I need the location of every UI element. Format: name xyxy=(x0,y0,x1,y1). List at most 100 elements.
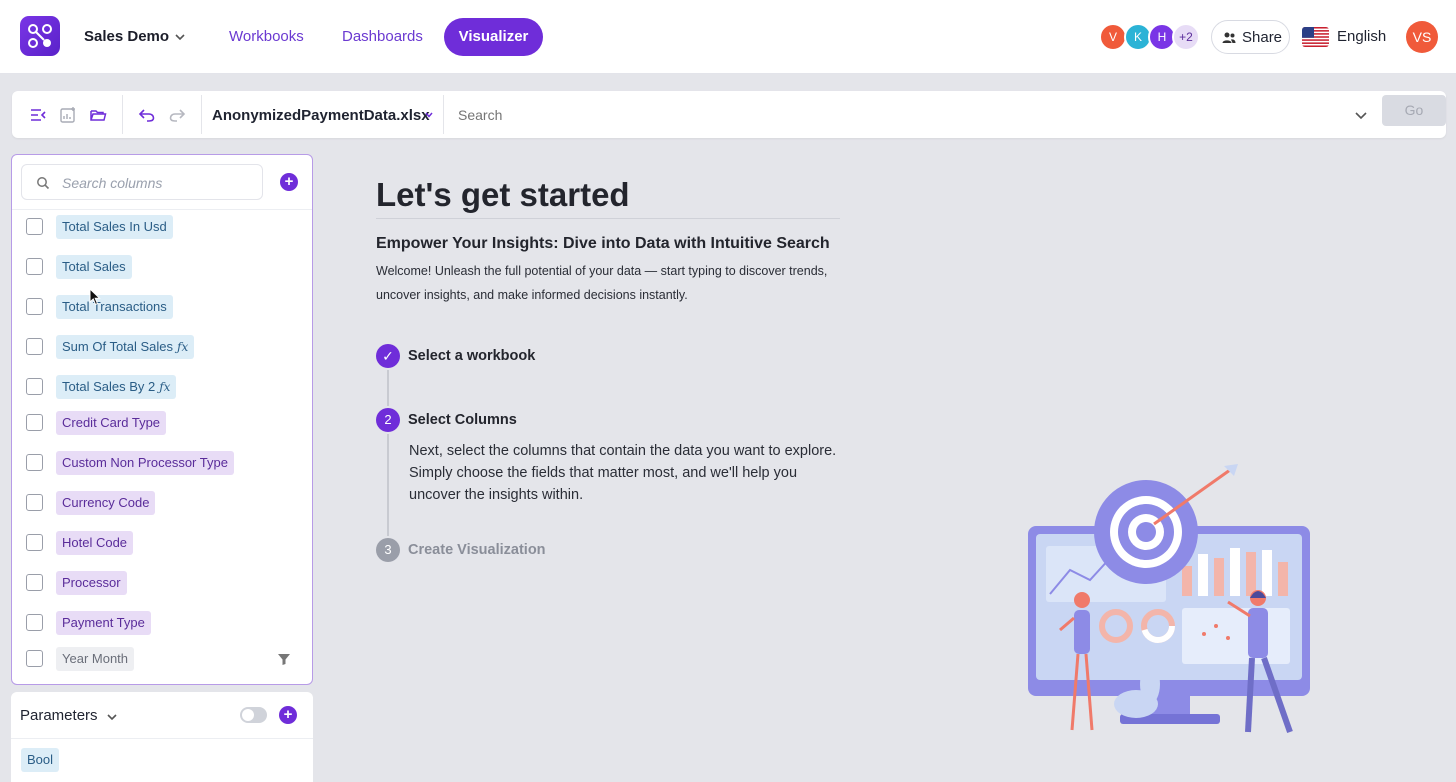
divider xyxy=(12,209,312,210)
column-chip[interactable]: Payment Type xyxy=(56,611,151,635)
column-chip[interactable]: Credit Card Type xyxy=(56,411,167,435)
page-title: Let's get started xyxy=(376,176,630,213)
column-chip[interactable]: Processor xyxy=(56,571,127,595)
column-checkbox[interactable] xyxy=(26,650,43,667)
mouse-cursor-icon xyxy=(89,288,101,306)
formula-icon: ƒx xyxy=(177,340,189,354)
column-checkbox[interactable] xyxy=(26,534,43,551)
column-checkbox[interactable] xyxy=(26,574,43,591)
search-icon xyxy=(37,177,50,190)
column-label: Processor xyxy=(62,575,121,590)
welcome-line: Welcome! Unleash the full potential of y… xyxy=(376,264,828,278)
column-checkbox[interactable] xyxy=(26,218,43,235)
column-row[interactable]: Processor xyxy=(12,568,312,598)
add-chart-icon[interactable] xyxy=(59,106,77,124)
welcome-line: uncover insights, and make informed deci… xyxy=(376,288,688,302)
step-number: 3 xyxy=(376,538,400,562)
column-search-field[interactable]: Search columns xyxy=(21,164,263,200)
column-row[interactable]: Total Sales xyxy=(12,252,312,282)
divider xyxy=(11,738,313,739)
chevron-down-icon[interactable] xyxy=(105,710,119,724)
step-label: Create Visualization xyxy=(408,542,546,558)
column-checkbox[interactable] xyxy=(26,298,43,315)
column-checkbox[interactable] xyxy=(26,494,43,511)
redo-icon[interactable] xyxy=(168,106,186,124)
column-row[interactable]: Total Sales By 2 ƒx xyxy=(12,372,312,402)
column-chip[interactable]: Custom Non Processor Type xyxy=(56,451,234,475)
step-label: Select a workbook xyxy=(408,348,536,364)
step-complete-check-icon: ✓ xyxy=(376,344,400,368)
column-chip[interactable]: Total Sales In Usd xyxy=(56,215,173,239)
column-label: Total Sales xyxy=(62,259,126,274)
add-column-button[interactable]: + xyxy=(280,173,298,191)
toolbar-divider xyxy=(122,95,123,134)
column-row[interactable]: Credit Card Type xyxy=(12,408,312,438)
column-row[interactable]: Payment Type xyxy=(12,608,312,638)
more-collaborators-badge[interactable]: +2 xyxy=(1172,23,1200,51)
workspace-name[interactable]: Sales Demo xyxy=(84,28,169,45)
column-label: Year Month xyxy=(62,651,129,666)
step-label: Select Columns xyxy=(408,412,517,428)
column-label: Total Transactions xyxy=(62,299,167,314)
column-chip[interactable]: Sum Of Total Sales ƒx xyxy=(56,335,195,359)
go-button[interactable]: Go xyxy=(1382,95,1446,126)
column-row[interactable]: Total Sales In Usd xyxy=(12,212,312,242)
share-button[interactable]: Share xyxy=(1211,20,1290,54)
nav-dashboards[interactable]: Dashboards xyxy=(342,28,423,45)
undo-icon[interactable] xyxy=(138,106,156,124)
column-checkbox[interactable] xyxy=(26,378,43,395)
column-chip[interactable]: Total Sales xyxy=(56,255,132,279)
column-checkbox[interactable] xyxy=(26,454,43,471)
language-selector[interactable]: English xyxy=(1337,28,1386,45)
column-checkbox[interactable] xyxy=(26,338,43,355)
column-label: Total Sales By 2 xyxy=(62,379,156,394)
nav-visualizer[interactable]: Visualizer xyxy=(444,18,543,56)
search-input[interactable] xyxy=(458,107,1338,123)
collaborator-avatar[interactable]: V xyxy=(1099,23,1127,51)
column-label: Custom Non Processor Type xyxy=(62,455,228,470)
parameters-title[interactable]: Parameters xyxy=(20,707,98,724)
chevron-down-icon[interactable] xyxy=(1354,108,1368,122)
formula-icon: ƒx xyxy=(159,380,171,394)
column-row[interactable]: Custom Non Processor Type xyxy=(12,448,312,478)
column-label: Credit Card Type xyxy=(62,415,161,430)
column-checkbox[interactable] xyxy=(26,414,43,431)
column-chip[interactable]: Year Month xyxy=(56,647,135,671)
column-checkbox[interactable] xyxy=(26,258,43,275)
column-row[interactable]: Year Month xyxy=(12,644,312,674)
column-chip[interactable]: Total Transactions xyxy=(56,295,173,319)
chevron-down-icon[interactable] xyxy=(173,30,187,44)
us-flag-icon[interactable] xyxy=(1302,27,1329,47)
caret-down-icon[interactable] xyxy=(425,112,433,118)
column-row[interactable]: Sum Of Total Sales ƒx xyxy=(12,332,312,362)
welcome-text: Welcome! Unleash the full potential of y… xyxy=(376,259,846,307)
top-navigation-bar: Sales Demo Workbooks Dashboards Visualiz… xyxy=(0,0,1456,74)
column-row[interactable]: Currency Code xyxy=(12,488,312,518)
column-search-placeholder: Search columns xyxy=(62,175,163,191)
column-chip[interactable]: Total Sales By 2 ƒx xyxy=(56,375,177,399)
workbook-file-selector[interactable]: AnonymizedPaymentData.xlsx xyxy=(212,107,430,124)
columns-panel: Search columns + Total Sales In Usd Total… xyxy=(11,154,313,685)
column-chip[interactable]: Hotel Code xyxy=(56,531,134,555)
share-label: Share xyxy=(1242,29,1283,46)
analytics-illustration xyxy=(1028,464,1310,733)
column-chip[interactable]: Currency Code xyxy=(56,491,156,515)
page-subtitle: Empower Your Insights: Dive into Data wi… xyxy=(376,235,830,252)
open-folder-icon[interactable] xyxy=(89,106,107,124)
column-checkbox[interactable] xyxy=(26,614,43,631)
collapse-sidebar-icon[interactable] xyxy=(29,106,47,124)
add-parameter-button[interactable]: + xyxy=(279,706,297,724)
workbook-toolbar: AnonymizedPaymentData.xlsx Go xyxy=(12,91,1446,138)
column-label: Total Sales In Usd xyxy=(62,219,167,234)
column-row[interactable]: Hotel Code xyxy=(12,528,312,558)
parameters-toggle[interactable] xyxy=(240,707,267,723)
user-avatar[interactable]: VS xyxy=(1406,21,1438,53)
nav-workbooks[interactable]: Workbooks xyxy=(229,28,304,45)
parameters-panel: Parameters + Bool xyxy=(11,692,313,782)
parameter-chip[interactable]: Bool xyxy=(21,748,60,772)
app-logo-icon[interactable] xyxy=(20,16,60,56)
column-row[interactable]: Total Transactions xyxy=(12,292,312,322)
filter-icon[interactable] xyxy=(277,652,291,666)
column-label: Payment Type xyxy=(62,615,145,630)
step-description: Next, select the columns that contain th… xyxy=(409,443,837,503)
